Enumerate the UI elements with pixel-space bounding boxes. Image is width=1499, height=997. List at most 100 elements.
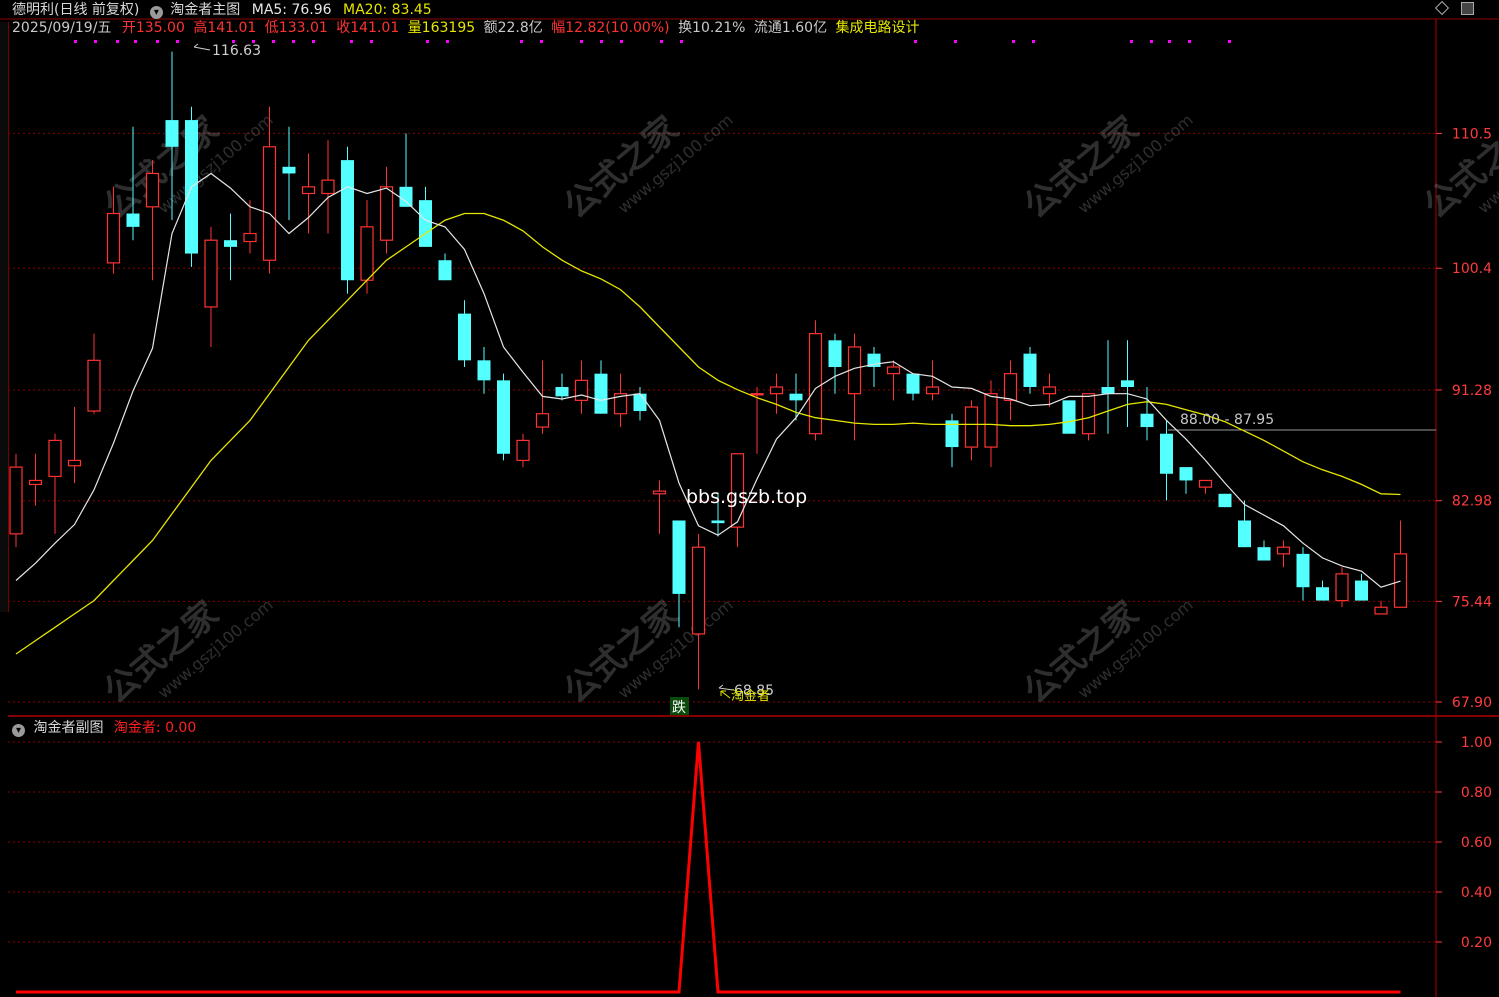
magenta-dot	[954, 40, 957, 43]
candle	[1296, 547, 1310, 601]
amount-label: 额22.8亿	[483, 20, 543, 36]
candle	[828, 333, 842, 394]
magenta-dot	[446, 40, 449, 43]
candle	[925, 360, 940, 401]
magenta-dot	[1012, 40, 1015, 43]
candle	[1101, 340, 1115, 434]
chart-canvas[interactable]: 公式之家www.gszj100.com 公式之家www.gszj100.com 公式…	[0, 0, 1499, 997]
sub-indicator-name[interactable]: 淘金者副图	[33, 720, 103, 736]
candle-body	[243, 232, 257, 243]
candle-body	[321, 179, 335, 195]
candle-body	[262, 146, 277, 261]
fall-badge: 跌	[672, 700, 686, 716]
main-tick-label: 67.90	[1452, 695, 1492, 711]
candle-body	[379, 186, 394, 241]
main-tick-label: 100.4	[1452, 261, 1492, 277]
candle-body	[964, 406, 979, 448]
float-label: 流通1.60亿	[753, 20, 828, 36]
magenta-dot	[272, 40, 275, 43]
candle-body	[555, 387, 569, 397]
magenta-dot	[520, 40, 523, 43]
candle-body	[750, 393, 764, 396]
side-tab-strip[interactable]	[0, 22, 9, 612]
candle-body	[984, 393, 998, 448]
magenta-dot	[1228, 40, 1231, 43]
sector-label[interactable]: 集成电路设计	[836, 20, 920, 36]
candle-body	[204, 239, 218, 308]
candle-body	[594, 373, 608, 414]
ma20-legend: MA20: 83.45	[343, 2, 432, 18]
candle	[847, 333, 862, 441]
stock-title[interactable]: 德明利(日线 前复权)	[12, 2, 139, 18]
candle-body	[399, 186, 413, 207]
main-tick-label: 75.44	[1452, 594, 1492, 610]
candle-body	[1393, 553, 1408, 608]
candle-body	[1003, 373, 1018, 401]
signal-label: 淘金者	[731, 688, 770, 704]
candle	[613, 373, 628, 428]
magenta-dot	[680, 40, 683, 43]
candle	[224, 213, 237, 281]
candle-body	[1062, 400, 1076, 434]
candle-body	[1198, 479, 1213, 488]
candle	[1393, 520, 1408, 608]
candle-body	[87, 359, 101, 412]
watermark-group: 公式之家www.gszj100.com	[1016, 594, 1196, 712]
watermarks: 公式之家www.gszj100.com 公式之家www.gszj100.com 公式…	[96, 109, 1499, 712]
candle-body	[360, 226, 374, 281]
ma20-line	[15, 212, 1401, 655]
candle-body	[126, 213, 140, 227]
sub-tick-label: 0.40	[1461, 885, 1492, 901]
watermark-group: 公式之家www.gszj100.com	[556, 594, 736, 712]
candle	[1121, 340, 1134, 428]
watermark-group: 公式之家www.gszj100.com	[556, 109, 736, 227]
candle-body	[145, 172, 160, 208]
candle	[555, 373, 569, 401]
magenta-dot	[540, 40, 543, 43]
candle-body	[106, 212, 121, 264]
magenta-dot	[292, 40, 295, 43]
window-toggle-icon[interactable]	[1461, 2, 1474, 15]
candle-body	[633, 393, 647, 412]
candle-body	[9, 466, 23, 535]
candle-body	[789, 393, 803, 401]
candle	[1218, 493, 1232, 508]
candle-body	[906, 373, 920, 394]
high-marker-label: 116.63	[212, 43, 261, 59]
range-label: 88.00 - 87.95	[1180, 412, 1274, 428]
candle-body	[886, 366, 901, 375]
magenta-dot	[74, 40, 77, 43]
candle	[87, 333, 101, 414]
magenta-dot	[914, 40, 917, 43]
candle-body	[672, 520, 686, 594]
candle	[808, 320, 823, 441]
low-label: 低133.01	[264, 20, 328, 36]
candle-body	[925, 386, 940, 395]
candle-body	[1218, 493, 1232, 508]
candle-body	[711, 520, 725, 524]
main-tick-label: 91.28	[1452, 383, 1492, 399]
chevron-down-icon[interactable]: ▾	[149, 6, 163, 19]
magenta-dot	[116, 40, 119, 43]
candle-body	[67, 459, 82, 467]
candle	[67, 407, 82, 484]
volume-label: 量163195	[407, 20, 476, 36]
sub-tick-label: 0.60	[1461, 835, 1492, 851]
magenta-dot	[600, 40, 603, 43]
candle-body	[1081, 393, 1096, 435]
candle	[419, 186, 432, 247]
candle-body	[1101, 387, 1115, 394]
magenta-dot	[426, 40, 429, 43]
candle-body	[419, 200, 432, 247]
candle-body	[1023, 353, 1037, 388]
sub-chevron-down-icon[interactable]: ▾	[12, 724, 25, 737]
candle	[1023, 346, 1037, 394]
candle	[321, 140, 335, 234]
candle-body	[1276, 546, 1291, 555]
candle	[867, 346, 881, 388]
candle	[633, 387, 647, 421]
candle	[28, 453, 43, 506]
candle-body	[1374, 606, 1388, 615]
main-indicator-name[interactable]: 淘金者主图	[170, 2, 240, 18]
magenta-dot	[94, 40, 97, 43]
